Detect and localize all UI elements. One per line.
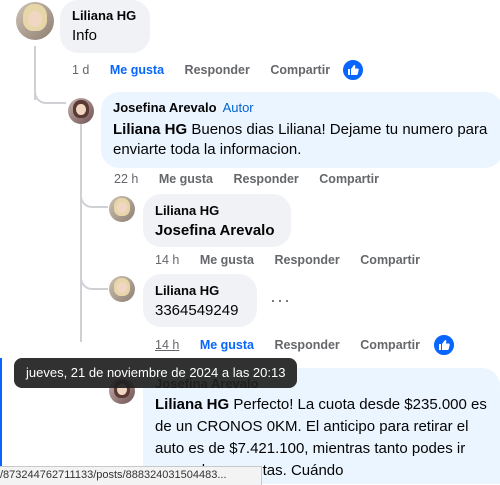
- comment-header: Josefina Arevalo Autor: [113, 100, 254, 115]
- comment-author[interactable]: Liliana HG: [155, 203, 219, 218]
- comment-author[interactable]: Liliana HG: [72, 8, 136, 23]
- timestamp-tooltip: jueves, 21 de noviembre de 2024 a las 20…: [14, 358, 298, 388]
- like-button[interactable]: Me gusta: [200, 253, 254, 267]
- comment-bubble: Josefina Arevalo Autor Liliana HG Buenos …: [101, 92, 500, 168]
- thread-line-curve: [80, 190, 108, 208]
- comment-time[interactable]: 14 h: [155, 338, 179, 352]
- reply-button[interactable]: Responder: [275, 338, 340, 352]
- like-button[interactable]: Me gusta: [200, 338, 254, 352]
- comment-actions: 14 h Me gusta Responder Compartir: [155, 338, 437, 352]
- share-button[interactable]: Compartir: [270, 63, 330, 77]
- comment-text: 3364549249: [155, 302, 239, 319]
- comment-actions: 14 h Me gusta Responder Compartir: [155, 253, 437, 267]
- mention-link[interactable]: Liliana HG: [113, 121, 187, 138]
- comment-bubble: Liliana HG Josefina Arevalo: [143, 194, 291, 247]
- comment-time[interactable]: 1 d: [72, 63, 89, 77]
- reply-button[interactable]: Responder: [185, 63, 250, 77]
- thread-line-curve: [34, 88, 66, 104]
- comment-bubble: Liliana HG 3364549249: [143, 274, 257, 327]
- comment-author[interactable]: Josefina Arevalo: [113, 100, 217, 115]
- comment-time[interactable]: 22 h: [114, 172, 138, 186]
- avatar[interactable]: [68, 98, 94, 124]
- share-button[interactable]: Compartir: [360, 253, 420, 267]
- comment-author[interactable]: Liliana HG: [155, 283, 219, 298]
- reply-button[interactable]: Responder: [234, 172, 299, 186]
- author-badge: Autor: [222, 100, 254, 115]
- thread-line: [80, 124, 82, 342]
- like-reaction-icon[interactable]: [341, 58, 365, 82]
- share-button[interactable]: Compartir: [360, 338, 420, 352]
- comment-text: Liliana HG Buenos dias Liliana! Dejame t…: [113, 121, 488, 158]
- mention-link[interactable]: Josefina Arevalo: [155, 221, 275, 241]
- comment-bubble: Liliana HG Info: [60, 0, 150, 53]
- avatar[interactable]: [109, 276, 135, 302]
- comment-text: Info: [72, 27, 98, 44]
- more-options-icon[interactable]: ···: [270, 290, 291, 311]
- comment-time[interactable]: 14 h: [155, 253, 179, 267]
- share-button[interactable]: Compartir: [319, 172, 379, 186]
- status-bar-url: /873244762711133/posts/888324031504483..…: [0, 466, 262, 485]
- like-button[interactable]: Me gusta: [159, 172, 213, 186]
- thread-line-curve: [80, 272, 108, 290]
- avatar[interactable]: [109, 196, 135, 222]
- reply-button[interactable]: Responder: [275, 253, 340, 267]
- comment-actions: 22 h Me gusta Responder Compartir: [114, 172, 396, 186]
- comment-actions: 1 d Me gusta Responder Compartir: [72, 63, 347, 77]
- like-reaction-icon[interactable]: [432, 333, 456, 357]
- like-button[interactable]: Me gusta: [110, 63, 164, 77]
- mention-link[interactable]: Liliana HG: [155, 396, 229, 413]
- avatar[interactable]: [16, 2, 54, 40]
